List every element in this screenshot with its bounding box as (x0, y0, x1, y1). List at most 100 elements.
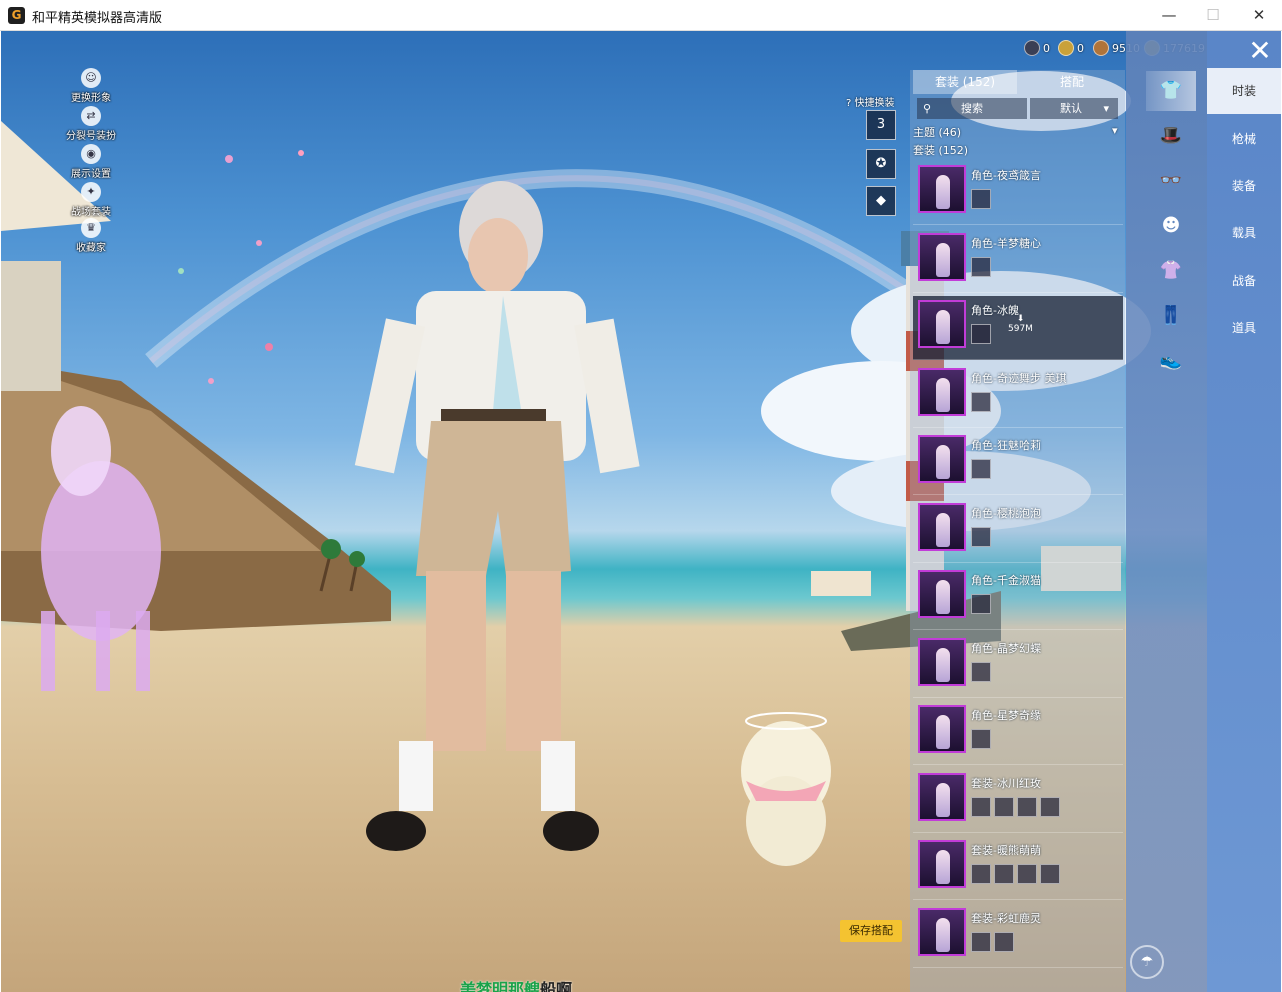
menu-item[interactable]: 装备 (1207, 163, 1281, 209)
outfit-part-icon[interactable] (1017, 864, 1037, 884)
outfit-part-icon[interactable] (971, 459, 991, 479)
token-icon (1024, 40, 1040, 56)
battle-outfit-label: 战场套装 (71, 207, 111, 218)
chevron-down-icon: ▾ (1103, 102, 1110, 115)
list-item[interactable]: 套装-冰川红玫 (913, 769, 1123, 833)
outfit-part-icon[interactable] (971, 797, 991, 817)
change-avatar-button[interactable]: ☺ 更换形象 (58, 68, 124, 104)
outfit-part-icon[interactable] (971, 864, 991, 884)
outfit-icon: ✦ (81, 182, 101, 202)
menu-item[interactable]: 载具 (1207, 210, 1281, 256)
outfit-thumbnail (918, 233, 966, 281)
outfit-thumbnail (918, 503, 966, 551)
battle-outfit-button[interactable]: ✦ 战场套装 (58, 182, 124, 218)
bp-coin-icon (1093, 40, 1109, 56)
list-item[interactable]: 角色-羊梦糖心 (913, 229, 1123, 293)
outfit-thumbnail (918, 435, 966, 483)
minimize-button[interactable]: — (1146, 0, 1192, 31)
list-item[interactable]: 角色-星梦奇缘 (913, 701, 1123, 765)
list-item[interactable]: 角色-奇迹舞步 美琪 (913, 364, 1123, 428)
list-item[interactable]: 角色-千金淑猫 (913, 566, 1123, 630)
wardrobe-icon[interactable]: 3 (866, 110, 896, 140)
outfit-name: 套装-冰川红玫 (971, 777, 1041, 790)
list-item[interactable]: 角色-夜鸢箴言 (913, 161, 1123, 225)
outfit-part-icon[interactable] (971, 189, 991, 209)
list-item[interactable]: 角色-晶梦幻蝶 (913, 634, 1123, 698)
outfit-part-icon[interactable] (971, 392, 991, 412)
outfit-part-icon[interactable] (971, 324, 991, 344)
a-coin-value: 0 (1077, 41, 1084, 55)
outfit-part-icon[interactable] (971, 594, 991, 614)
sort-dropdown[interactable]: 默认 ▾ (1030, 98, 1118, 119)
hat-icon[interactable]: 🎩 (1146, 116, 1196, 156)
plush-pet (741, 712, 831, 866)
outfit-name: 角色-狂魅哈莉 (971, 439, 1041, 452)
close-window-button[interactable]: ✕ (1236, 0, 1282, 31)
list-item[interactable]: 角色-狂魅哈莉 (913, 431, 1123, 495)
window-title: 和平精英模拟器高清版 (32, 11, 163, 26)
player-character (354, 181, 640, 851)
split-account-button[interactable]: ⇄ 分裂号装扮 (58, 106, 124, 142)
list-item[interactable]: 角色-樱桃泡泡 (913, 499, 1123, 563)
outfit-name: 套装-暖熊萌萌 (971, 844, 1041, 857)
outfit-part-icon[interactable] (994, 797, 1014, 817)
outfit-part-icon[interactable] (971, 257, 991, 277)
glasses-icon[interactable]: 👓 (1146, 161, 1196, 201)
maximize-button[interactable]: ☐ (1190, 0, 1236, 31)
avatar-icon: ☺ (81, 68, 101, 88)
list-item[interactable]: 套装-暖熊萌萌 (913, 836, 1123, 900)
close-icon[interactable]: ✕ (1240, 33, 1280, 69)
outfit-name: 角色-晶梦幻蝶 (971, 642, 1041, 655)
set-count-label: 套装 (152) (913, 144, 969, 157)
list-item[interactable]: 角色-冰魄 ⬇ 597M (913, 296, 1123, 360)
menu-item[interactable]: 道具 (1207, 305, 1281, 351)
tab-sets[interactable]: 套装 (152) (913, 70, 1017, 94)
top-icon[interactable]: 👚 (1146, 251, 1196, 291)
menu-item[interactable]: 时装 (1207, 68, 1281, 114)
outfit-part-icon[interactable] (1040, 864, 1060, 884)
outfit-category-icon[interactable]: 👕 (1146, 71, 1196, 111)
bottom-caption: 美梦明那艘船啊 (460, 980, 573, 992)
outfit-part-icon[interactable] (994, 864, 1014, 884)
mask-icon[interactable]: ☻ (1146, 206, 1196, 246)
quick-change-label[interactable]: ? 快捷换装 (846, 94, 895, 109)
search-input[interactable]: ⚲ 搜索 (917, 98, 1027, 119)
collector-button[interactable]: ♛ 收藏家 (58, 218, 124, 254)
list-item[interactable]: 套装-彩虹鹿灵 (913, 904, 1123, 968)
token-value: 0 (1043, 41, 1050, 55)
outfit-thumbnail (918, 773, 966, 821)
help-icon: ? (846, 98, 852, 109)
tab-combos[interactable]: 搭配 (1020, 70, 1124, 94)
outfit-thumbnail (918, 840, 966, 888)
outfit-part-icon[interactable] (971, 729, 991, 749)
display-settings-button[interactable]: ◉ 展示设置 (58, 144, 124, 180)
change-avatar-label: 更换形象 (71, 93, 111, 104)
outfit-part-icon[interactable] (971, 932, 991, 952)
menu-item[interactable]: 枪械 (1207, 116, 1281, 162)
emblem-icon[interactable]: ✪ (866, 149, 896, 179)
shoes-icon[interactable]: 👟 (1146, 341, 1196, 381)
outfit-thumbnail (918, 300, 966, 348)
outfit-thumbnail (918, 368, 966, 416)
theme-filter[interactable]: 主题 (46) (913, 124, 961, 140)
swap-icon: ⇄ (81, 106, 101, 126)
window-titlebar: G 和平精英模拟器高清版 — ☐ ✕ (0, 0, 1282, 31)
outfit-part-icon[interactable] (971, 527, 991, 547)
outfit-part-icon[interactable] (1017, 797, 1037, 817)
outfit-part-icon[interactable] (994, 932, 1014, 952)
eye-icon: ◉ (81, 144, 101, 164)
diamond-icon[interactable]: ◆ (866, 186, 896, 216)
outfit-name: 角色-羊梦糖心 (971, 237, 1041, 250)
save-outfit-button[interactable]: 保存搭配 (840, 920, 902, 942)
download-icon: ⬇ (1016, 314, 1025, 324)
download-indicator[interactable]: ⬇ 597M (1008, 314, 1033, 334)
pants-icon[interactable]: 👖 (1146, 296, 1196, 336)
collector-label: 收藏家 (76, 243, 106, 254)
parachute-icon[interactable]: ☂ (1130, 945, 1164, 979)
menu-item[interactable]: 战备 (1207, 258, 1281, 304)
outfit-thumbnail (918, 908, 966, 956)
split-account-label: 分裂号装扮 (66, 131, 116, 142)
outfit-part-icon[interactable] (971, 662, 991, 682)
theme-dropdown-icon[interactable]: ▾ (1112, 124, 1118, 137)
outfit-part-icon[interactable] (1040, 797, 1060, 817)
